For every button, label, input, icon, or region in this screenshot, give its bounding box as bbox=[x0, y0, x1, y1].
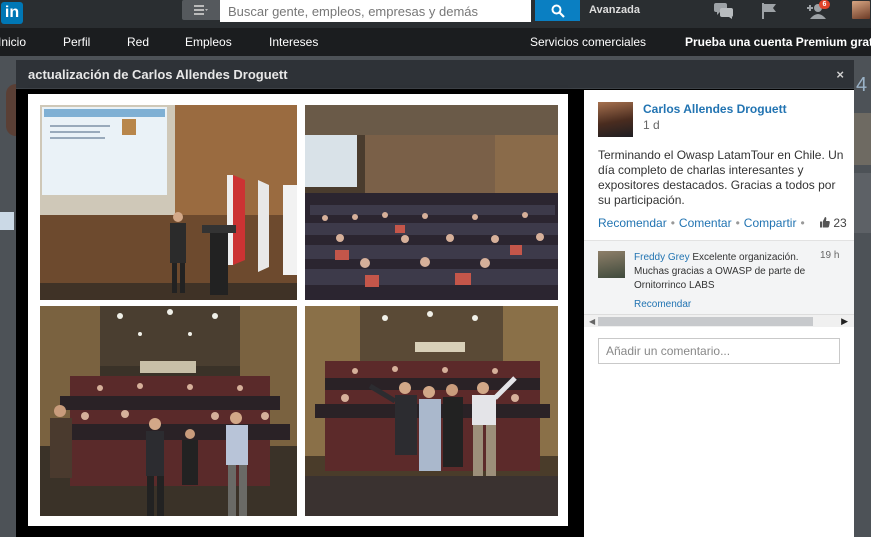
scroll-right-icon[interactable]: ▶ bbox=[841, 316, 848, 327]
author-avatar[interactable] bbox=[598, 102, 633, 137]
thumbs-up-icon bbox=[820, 217, 830, 228]
post-actions: Recomendar • Comentar • Compartir • bbox=[598, 216, 809, 230]
advanced-search-link[interactable]: Avanzada bbox=[589, 4, 640, 16]
photo-group-2[interactable] bbox=[305, 306, 558, 516]
close-icon[interactable]: × bbox=[836, 67, 844, 82]
like-count-value: 23 bbox=[833, 216, 847, 230]
post-timestamp: 1 d bbox=[643, 118, 660, 132]
photo-group-1[interactable] bbox=[40, 306, 297, 516]
modal-title: actualización de Carlos Allendes Droguet… bbox=[28, 67, 288, 82]
nav-item-intereses[interactable]: Intereses bbox=[269, 35, 318, 49]
share-link[interactable]: Compartir bbox=[744, 216, 797, 230]
like-count[interactable]: 23 bbox=[820, 216, 847, 230]
search-icon bbox=[551, 4, 565, 18]
nav-item-empleos[interactable]: Empleos bbox=[185, 35, 232, 49]
post-text: Terminando el Owasp LatamTour en Chile. … bbox=[598, 148, 844, 207]
notification-badge: 6 bbox=[819, 0, 830, 9]
recommend-link[interactable]: Recomendar bbox=[598, 216, 667, 230]
comments-list: Freddy Grey Excelente organización. Much… bbox=[584, 240, 854, 316]
nav-item-inicio[interactable]: Inicio bbox=[0, 35, 26, 49]
nav-item-premium[interactable]: Prueba una cuenta Premium gratis bbox=[685, 35, 871, 49]
top-bar: in Avanzada bbox=[0, 0, 871, 28]
messages-button[interactable] bbox=[712, 0, 736, 22]
horizontal-scrollbar[interactable]: ◀ ▶ bbox=[584, 314, 854, 327]
background-element bbox=[0, 212, 14, 230]
modal-header: actualización de Carlos Allendes Droguet… bbox=[16, 60, 854, 89]
background-card bbox=[854, 173, 871, 233]
background-photo bbox=[854, 113, 871, 165]
comment-item: Freddy Grey Excelente organización. Much… bbox=[634, 251, 814, 293]
search-button[interactable] bbox=[535, 0, 580, 21]
separator-dot: • bbox=[670, 216, 675, 230]
nav-item-perfil[interactable]: Perfil bbox=[63, 35, 90, 49]
commenter-name-link[interactable]: Freddy Grey bbox=[634, 252, 690, 263]
separator-dot: • bbox=[735, 216, 740, 230]
flag-icon bbox=[762, 3, 776, 19]
hamburger-icon bbox=[194, 5, 208, 15]
separator-dot: • bbox=[800, 216, 805, 230]
search-input[interactable] bbox=[220, 0, 531, 22]
logo-in-mark: in bbox=[1, 2, 23, 24]
messages-icon bbox=[714, 3, 733, 19]
background-profile-photo bbox=[6, 84, 16, 136]
linkedin-logo[interactable]: in bbox=[0, 0, 23, 26]
account-avatar[interactable] bbox=[852, 1, 870, 19]
menu-button[interactable] bbox=[182, 0, 220, 20]
background-number: 4 bbox=[856, 74, 868, 96]
scroll-left-icon[interactable]: ◀ bbox=[589, 317, 595, 326]
post-panel: Carlos Allendes Droguett 1 d Terminando … bbox=[584, 90, 854, 537]
commenter-avatar[interactable] bbox=[598, 251, 625, 278]
nav-item-red[interactable]: Red bbox=[127, 35, 149, 49]
photo-audience[interactable] bbox=[305, 105, 558, 300]
scrollbar-thumb[interactable] bbox=[598, 317, 813, 326]
author-name-link[interactable]: Carlos Allendes Droguett bbox=[643, 102, 787, 116]
comment-recommend-link[interactable]: Recomendar bbox=[634, 299, 691, 310]
photo-speaker[interactable] bbox=[40, 105, 297, 300]
notifications-button[interactable] bbox=[759, 0, 779, 22]
main-nav: Inicio Perfil Red Empleos Intereses Serv… bbox=[0, 28, 871, 56]
comment-timestamp: 19 h bbox=[820, 250, 840, 261]
nav-item-servicios[interactable]: Servicios comerciales bbox=[530, 35, 646, 49]
add-comment-input[interactable] bbox=[598, 338, 840, 364]
comment-link[interactable]: Comentar bbox=[679, 216, 732, 230]
photo-collage[interactable] bbox=[28, 94, 568, 526]
